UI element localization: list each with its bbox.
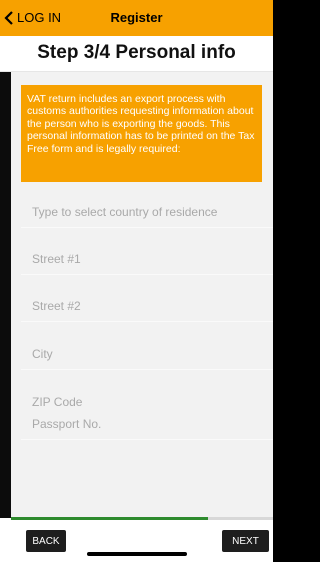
street1-input[interactable]	[32, 244, 264, 274]
street2-field[interactable]	[21, 291, 273, 322]
register-screen: LOG IN Register Step 3/4 Personal info V…	[0, 0, 273, 562]
street1-field[interactable]	[21, 244, 273, 275]
city-input[interactable]	[32, 339, 264, 369]
bottom-bar: BACK NEXT	[0, 520, 273, 562]
home-indicator	[87, 552, 187, 556]
country-field[interactable]	[21, 197, 273, 228]
nav-bar: LOG IN Register	[0, 0, 273, 36]
next-button[interactable]: NEXT	[222, 530, 269, 552]
left-edge-strip	[0, 72, 11, 518]
page-title: Step 3/4 Personal info	[37, 42, 236, 63]
street2-input[interactable]	[32, 291, 264, 321]
heading-bar: Step 3/4 Personal info	[0, 36, 273, 72]
city-field[interactable]	[21, 339, 273, 370]
country-input[interactable]	[32, 197, 264, 227]
back-button[interactable]: BACK	[26, 530, 66, 552]
nav-title: Register	[110, 10, 163, 25]
vat-notice: VAT return includes an export process wi…	[21, 85, 262, 182]
passport-input[interactable]	[32, 409, 264, 439]
passport-field[interactable]	[21, 409, 273, 440]
